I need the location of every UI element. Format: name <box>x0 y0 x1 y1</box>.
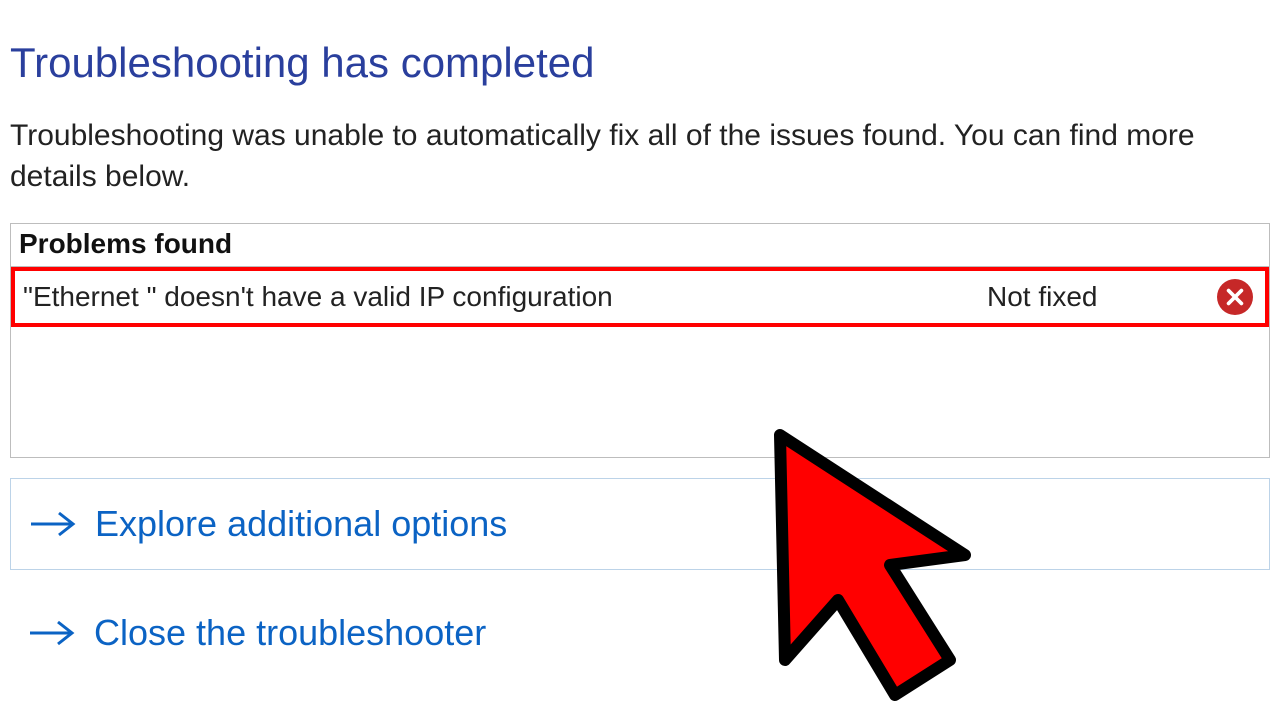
problem-name: "Ethernet " doesn't have a valid IP conf… <box>23 281 987 313</box>
troubleshooter-panel: Troubleshooting has completed Troublesho… <box>0 0 1280 654</box>
option-label: Close the troubleshooter <box>94 612 486 654</box>
page-title: Troubleshooting has completed <box>10 40 1270 86</box>
page-description: Troubleshooting was unable to automatica… <box>10 116 1270 197</box>
problem-status: Not fixed <box>987 281 1207 313</box>
arrow-right-icon <box>28 615 76 651</box>
problems-found-table: Problems found "Ethernet " doesn't have … <box>10 223 1270 458</box>
error-x-icon <box>1217 279 1253 315</box>
explore-additional-options-button[interactable]: Explore additional options <box>10 478 1270 570</box>
problems-found-heading: Problems found <box>11 224 1269 267</box>
arrow-right-icon <box>29 506 77 542</box>
option-label: Explore additional options <box>95 503 507 545</box>
problem-row[interactable]: "Ethernet " doesn't have a valid IP conf… <box>11 267 1269 327</box>
close-troubleshooter-button[interactable]: Close the troubleshooter <box>10 588 1270 654</box>
table-empty-space <box>11 327 1269 457</box>
